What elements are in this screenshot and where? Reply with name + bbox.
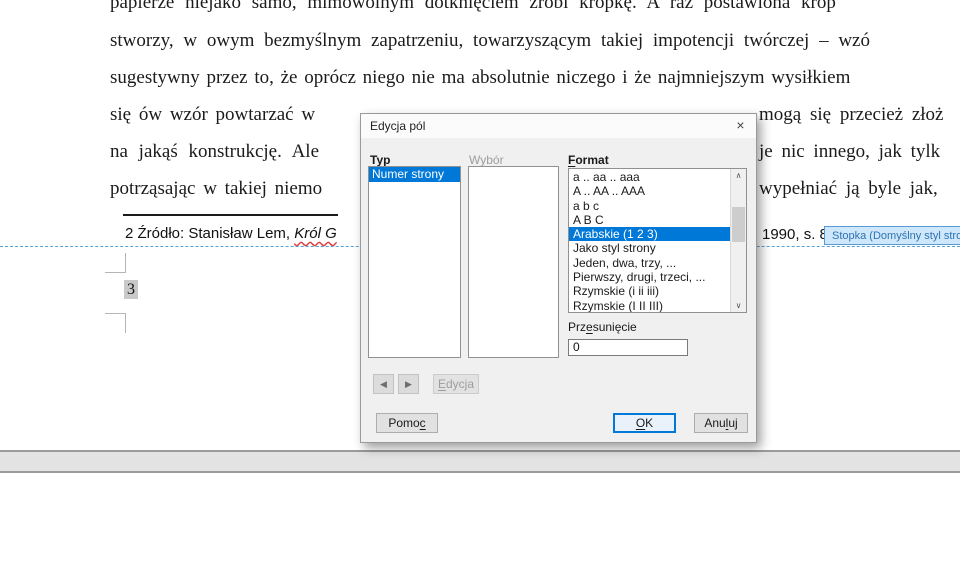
- body-text-line: potrząsając w takiej niemo: [110, 177, 322, 201]
- select-listbox[interactable]: [468, 166, 559, 358]
- edit-fields-dialog: Edycja pól × Typ Wybór Format Numer stro…: [360, 113, 757, 443]
- format-listbox[interactable]: a .. aa .. aaaA .. AA .. AAAa b cA B CAr…: [568, 168, 747, 313]
- footnote-separator: [123, 214, 338, 216]
- format-option[interactable]: Arabskie (1 2 3): [569, 227, 731, 241]
- body-text-line: na jakąś konstrukcję. Ale: [110, 140, 319, 164]
- cancel-button[interactable]: Anuluj: [694, 413, 748, 433]
- format-option[interactable]: Rzymskie (I II III): [569, 299, 731, 313]
- boundary-corner-mark: [125, 253, 126, 273]
- scroll-up-icon[interactable]: ∧: [731, 169, 746, 182]
- body-text-line: mogą się przecież złoż: [759, 103, 943, 127]
- format-label: Format: [568, 153, 609, 167]
- format-option[interactable]: Jako styl strony: [569, 241, 731, 255]
- footnote-book-title: Król G: [294, 225, 337, 242]
- type-option[interactable]: Numer strony: [369, 167, 460, 182]
- select-label: Wybór: [469, 153, 504, 167]
- format-option[interactable]: Rzymskie (i ii iii): [569, 284, 731, 298]
- format-option[interactable]: a .. aa .. aaa: [569, 170, 731, 184]
- ok-button[interactable]: OK: [613, 413, 676, 433]
- writer-window: papierze niejako samo, mimowolnym dotkni…: [0, 0, 960, 581]
- type-listbox[interactable]: Numer strony: [368, 166, 461, 358]
- boundary-corner-mark: [105, 313, 126, 314]
- footnote-prefix: 2 Źródło: Stanisław Lem,: [125, 225, 294, 242]
- format-scrollbar[interactable]: ∧ ∨: [730, 169, 746, 312]
- previous-field-button[interactable]: ◀: [373, 374, 394, 394]
- footer-style-tooltip: Stopka (Domyślny styl strony): [824, 226, 960, 245]
- offset-label: Przesunięcie: [568, 320, 637, 334]
- page-break-band: [0, 450, 960, 473]
- dialog-title: Edycja pól: [370, 119, 425, 133]
- body-text-line: wypełniać ją byle jak,: [759, 177, 938, 201]
- format-option[interactable]: A B C: [569, 213, 731, 227]
- next-field-button[interactable]: ▶: [398, 374, 419, 394]
- edit-button[interactable]: Edycja: [433, 374, 479, 394]
- body-text-line: stworzy, w owym bezmyślnym zapatrzeniu, …: [110, 29, 870, 53]
- format-options: a .. aa .. aaaA .. AA .. AAAa b cA B CAr…: [569, 170, 731, 313]
- dialog-titlebar[interactable]: Edycja pól ×: [361, 114, 756, 138]
- scrollbar-thumb[interactable]: [732, 207, 745, 242]
- boundary-corner-mark: [125, 313, 126, 333]
- page-number-field[interactable]: 3: [124, 280, 138, 299]
- footnote-text-right: 1990, s. 8: [762, 226, 828, 243]
- format-option[interactable]: a b c: [569, 199, 731, 213]
- type-label: Typ: [370, 153, 390, 167]
- offset-input[interactable]: 0: [568, 339, 688, 356]
- format-option[interactable]: Jeden, dwa, trzy, ...: [569, 256, 731, 270]
- scroll-down-icon[interactable]: ∨: [731, 299, 746, 312]
- body-text-line: je nic innego, jak tylk: [759, 140, 940, 164]
- help-button[interactable]: Pomoc: [376, 413, 438, 433]
- close-icon[interactable]: ×: [732, 117, 749, 134]
- format-option[interactable]: Pierwszy, drugi, trzeci, ...: [569, 270, 731, 284]
- boundary-corner-mark: [105, 272, 126, 273]
- body-text-line: papierze niejako samo, mimowolnym dotkni…: [110, 0, 836, 15]
- format-option[interactable]: A .. AA .. AAA: [569, 184, 731, 198]
- body-text-line: się ów wzór powtarzać w: [110, 103, 315, 127]
- footnote-text: 2 Źródło: Stanisław Lem, Król G: [125, 225, 337, 242]
- body-text-line: sugestywny przez to, że oprócz niego nie…: [110, 66, 850, 90]
